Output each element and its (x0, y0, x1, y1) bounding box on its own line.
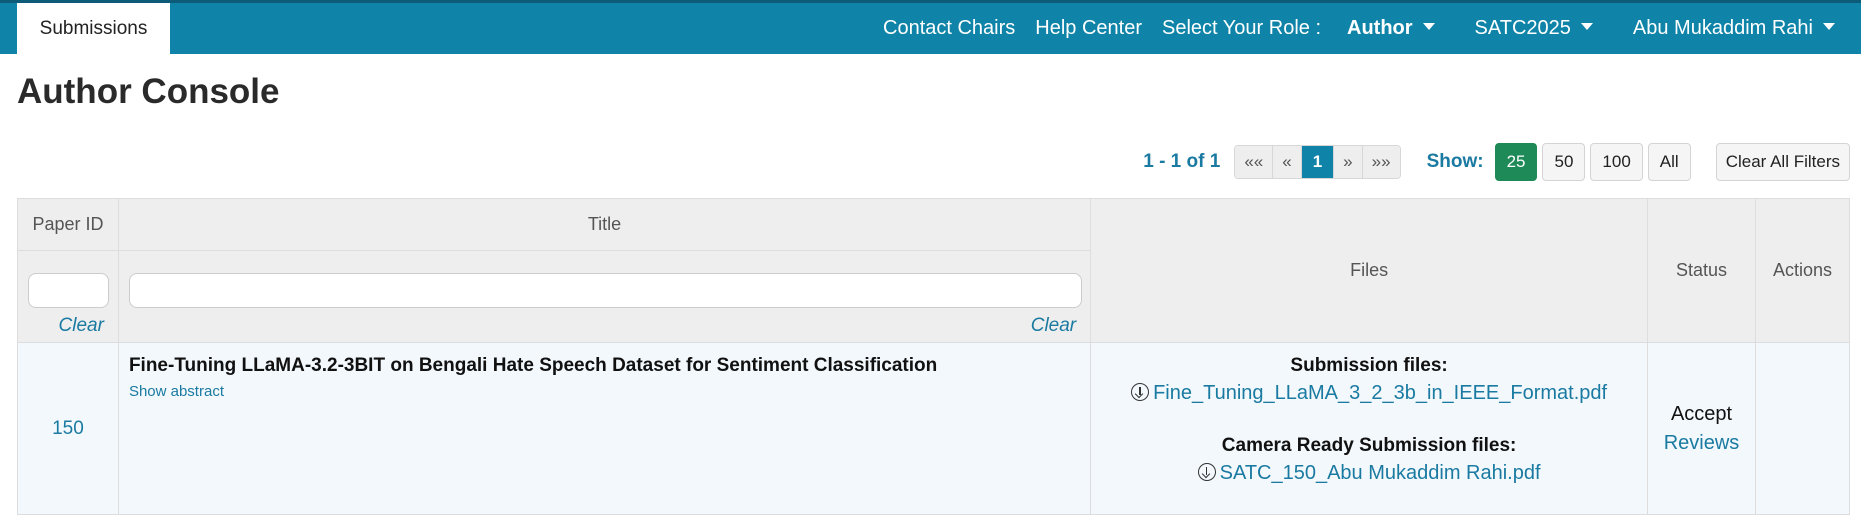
current-page-button[interactable]: 1 (1300, 146, 1334, 178)
paper-id-cell[interactable]: 150 (17, 342, 119, 515)
status-cell: Accept Reviews (1647, 342, 1756, 515)
header-files: Files (1090, 198, 1649, 343)
table-toolbar: 1 - 1 of 1 «« « 1 » »» Show: 25 50 100 A… (1143, 143, 1850, 181)
submission-file-link[interactable]: Fine_Tuning_LLaMA_3_2_3b_in_IEEE_Format.… (1092, 382, 1646, 405)
navbar-right: Contact Chairs Help Center Select Your R… (863, 3, 1835, 54)
submission-files-heading: Submission files: (1290, 355, 1448, 376)
header-status: Status (1647, 198, 1756, 343)
help-center-link[interactable]: Help Center (1035, 17, 1142, 40)
role-dropdown[interactable]: Author (1347, 17, 1435, 40)
top-navbar: Submissions Contact Chairs Help Center S… (0, 0, 1861, 54)
camera-ready-file-name: SATC_150_Abu Mukaddim Rahi.pdf (1219, 462, 1541, 484)
reviews-link[interactable]: Reviews (1649, 432, 1754, 455)
page-title: Author Console (17, 72, 280, 111)
paper-title: Fine-Tuning LLaMA-3.2-3BIT on Bengali Ha… (128, 355, 938, 376)
next-page-button[interactable]: » (1333, 146, 1362, 178)
chevron-down-icon (1422, 23, 1435, 30)
header-title[interactable]: Title (117, 198, 1092, 251)
pagination: «« « 1 » »» (1234, 145, 1401, 179)
show-50-button[interactable]: 50 (1542, 143, 1586, 181)
conference-value: SATC2025 (1474, 17, 1571, 39)
header-actions: Actions (1755, 198, 1850, 343)
table-row: 150 Fine-Tuning LLaMA-3.2-3BIT on Bengal… (17, 342, 1850, 515)
show-all-button[interactable]: All (1647, 143, 1691, 181)
title-filter-clear[interactable]: Clear (1031, 315, 1076, 337)
user-name: Abu Mukaddim Rahi (1632, 17, 1813, 39)
header-paper-id[interactable]: Paper ID (17, 198, 119, 251)
tab-submissions[interactable]: Submissions (17, 3, 170, 54)
paper-id-filter-cell: Clear (17, 250, 119, 343)
contact-chairs-link[interactable]: Contact Chairs (883, 17, 1015, 40)
actions-cell (1755, 342, 1850, 515)
results-range: 1 - 1 of 1 (1143, 151, 1221, 172)
select-role-label: Select Your Role : (1162, 17, 1321, 39)
user-menu-dropdown[interactable]: Abu Mukaddim Rahi (1633, 17, 1835, 40)
submission-file-name: Fine_Tuning_LLaMA_3_2_3b_in_IEEE_Format.… (1153, 382, 1608, 404)
title-filter-input[interactable] (128, 273, 1082, 308)
camera-ready-files-heading: Camera Ready Submission files: (1221, 435, 1517, 456)
last-page-button[interactable]: »» (1361, 146, 1400, 178)
clear-all-filters-button[interactable]: Clear All Filters (1715, 143, 1850, 181)
paper-id-filter-input[interactable] (28, 273, 109, 308)
show-label: Show: (1426, 151, 1484, 172)
role-value: Author (1347, 17, 1413, 39)
paper-id-filter-clear[interactable]: Clear (59, 315, 104, 337)
title-filter-cell: Clear (117, 250, 1092, 343)
camera-ready-file-link[interactable]: SATC_150_Abu Mukaddim Rahi.pdf (1092, 462, 1646, 485)
table-header-row: Paper ID Title Files Status Actions (17, 198, 1850, 343)
show-abstract-link[interactable]: Show abstract (129, 383, 1080, 400)
prev-page-button[interactable]: « (1272, 146, 1301, 178)
chevron-down-icon (1823, 23, 1835, 30)
show-100-button[interactable]: 100 (1590, 143, 1643, 181)
download-icon (1131, 383, 1150, 401)
conference-dropdown[interactable]: SATC2025 (1475, 17, 1593, 40)
show-25-button[interactable]: 25 (1494, 143, 1538, 181)
submissions-table: Paper ID Title Files Status Actions Clea… (17, 198, 1850, 515)
chevron-down-icon (1580, 23, 1593, 30)
status-text: Accept (1670, 402, 1733, 425)
files-cell: Submission files: Fine_Tuning_LLaMA_3_2_… (1090, 342, 1649, 515)
download-icon (1197, 463, 1216, 481)
title-cell: Fine-Tuning LLaMA-3.2-3BIT on Bengali Ha… (117, 342, 1092, 515)
first-page-button[interactable]: «« (1235, 146, 1273, 178)
